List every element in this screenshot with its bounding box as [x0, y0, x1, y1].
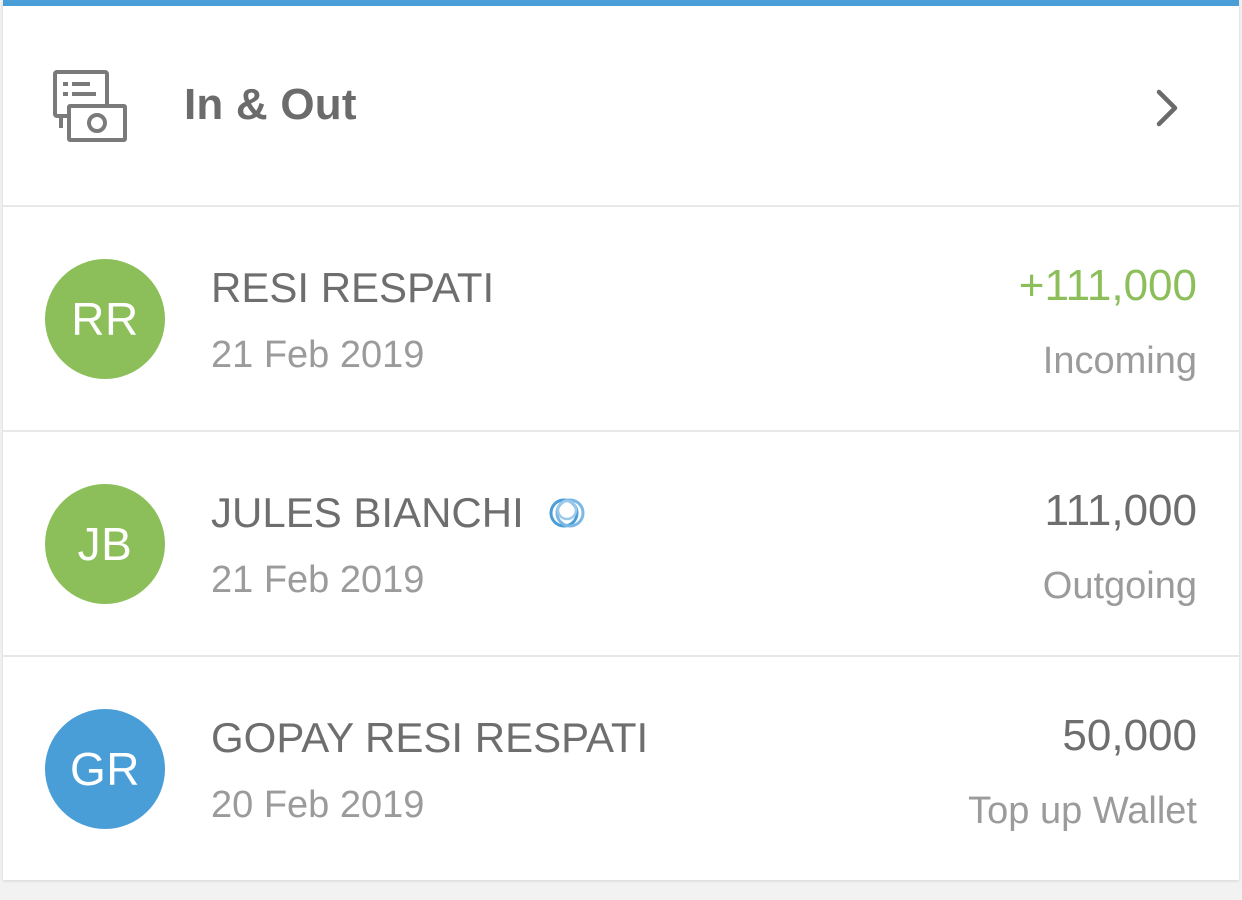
avatar: JB — [45, 484, 165, 604]
transaction-row[interactable]: GR GOPAY RESI RESPATI 20 Feb 2019 50,000… — [3, 657, 1239, 880]
transaction-type: Outgoing — [1042, 565, 1197, 607]
transactions-icon — [53, 70, 127, 142]
transaction-row[interactable]: JB JULES BIANCHI 21 Feb 2019 111,000 Out… — [3, 432, 1239, 657]
transaction-type: Incoming — [1042, 340, 1197, 382]
recurring-loop-icon — [549, 498, 585, 528]
avatar: RR — [45, 259, 165, 379]
transaction-type: Top up Wallet — [968, 790, 1197, 832]
in-out-header[interactable]: In & Out — [3, 6, 1239, 207]
transaction-name: GOPAY RESI RESPATI — [211, 714, 649, 761]
transaction-row[interactable]: RR RESI RESPATI 21 Feb 2019 +111,000 Inc… — [3, 207, 1239, 432]
page-title: In & Out — [184, 80, 357, 129]
transaction-amount: 111,000 — [1044, 486, 1197, 535]
transaction-date: 21 Feb 2019 — [211, 559, 425, 601]
transaction-amount: 50,000 — [1062, 711, 1197, 760]
transaction-amount: +111,000 — [1018, 261, 1197, 310]
chevron-right-icon[interactable] — [1153, 86, 1183, 130]
transaction-name: RESI RESPATI — [211, 264, 495, 311]
avatar: GR — [45, 709, 165, 829]
transaction-name: JULES BIANCHI — [211, 488, 590, 538]
in-out-card: In & Out RR RESI RESPATI 21 Feb 2019 +11… — [3, 0, 1239, 880]
transaction-date: 21 Feb 2019 — [211, 334, 425, 376]
transaction-date: 20 Feb 2019 — [211, 784, 425, 826]
